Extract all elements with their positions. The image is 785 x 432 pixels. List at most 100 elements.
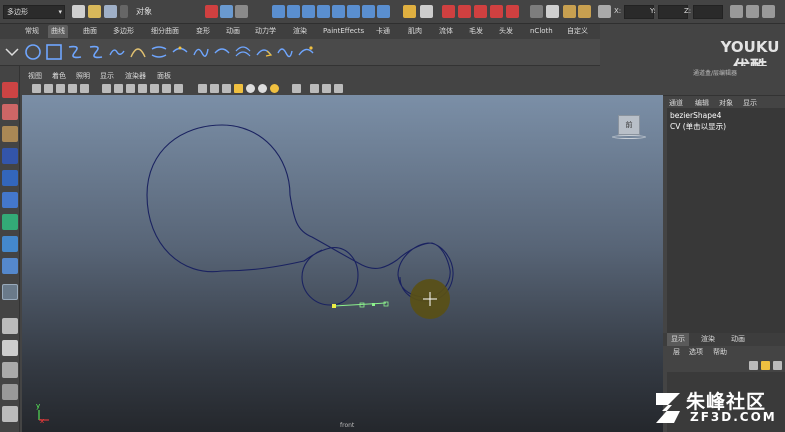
ep-curve-tool-icon[interactable]	[87, 43, 105, 61]
menu-lighting[interactable]: 照明	[76, 71, 90, 81]
shelf-tab-surfaces[interactable]: 曲面	[80, 25, 100, 38]
viewport-front[interactable]: 前 y x front	[22, 95, 663, 432]
menu-display[interactable]: 显示	[743, 98, 757, 108]
open-scene-icon[interactable]	[88, 5, 101, 18]
shelf-tab-custom[interactable]: 自定义	[564, 25, 591, 38]
shelf-tab-fur[interactable]: 毛发	[466, 25, 486, 38]
component-mode-icon[interactable]	[235, 5, 248, 18]
select-by-misc-icon[interactable]	[377, 5, 390, 18]
shelf-tab-fluids[interactable]: 流体	[436, 25, 456, 38]
new-layer-icon[interactable]	[749, 361, 758, 370]
menu-show[interactable]: 显示	[100, 71, 114, 81]
grid-icon[interactable]	[80, 84, 89, 93]
cv-curve-tool-icon[interactable]	[66, 43, 84, 61]
safe-action-icon[interactable]	[150, 84, 159, 93]
shadows-icon[interactable]	[246, 84, 255, 93]
backface-culling-icon[interactable]	[334, 84, 343, 93]
menu-shading[interactable]: 着色	[52, 71, 66, 81]
bookmarks-icon[interactable]	[56, 84, 65, 93]
detach-curves-icon[interactable]	[171, 43, 189, 61]
gate-mask-icon[interactable]	[126, 84, 135, 93]
menu-view[interactable]: 视图	[28, 71, 42, 81]
shelf-tab-subdiv[interactable]: 细分曲面	[148, 25, 182, 38]
shelf-tab-rendering[interactable]: 渲染	[290, 25, 310, 38]
persp-outliner-layout-icon[interactable]	[2, 362, 18, 378]
last-used-tool-icon[interactable]	[2, 284, 18, 300]
menu-edit[interactable]: 编辑	[695, 98, 709, 108]
ambient-occlusion-icon[interactable]	[258, 84, 267, 93]
show-attribute-editor-icon[interactable]	[730, 5, 743, 18]
wireframe-icon[interactable]	[174, 84, 183, 93]
arc-tool-icon[interactable]	[129, 43, 147, 61]
smooth-shade-icon[interactable]	[198, 84, 207, 93]
snap-to-curve-icon[interactable]	[458, 5, 471, 18]
use-all-lights-icon[interactable]	[234, 84, 243, 93]
make-live-icon[interactable]	[506, 5, 519, 18]
menu-set-dropdown[interactable]: 多边形 ▾	[3, 5, 65, 19]
snap-to-view-plane-icon[interactable]	[490, 5, 503, 18]
ipr-render-icon[interactable]	[598, 5, 611, 18]
soft-modification-icon[interactable]	[2, 236, 18, 252]
single-perspective-layout-icon[interactable]	[2, 318, 18, 334]
camera-attributes-icon[interactable]	[44, 84, 53, 93]
isolate-select-icon[interactable]	[292, 84, 301, 93]
snap-to-grid-icon[interactable]	[442, 5, 455, 18]
nurbs-circle-icon[interactable]	[24, 43, 42, 61]
save-scene-icon[interactable]	[104, 5, 117, 18]
shelf-tab-animation[interactable]: 动画	[223, 25, 243, 38]
resolution-gate-icon[interactable]	[114, 84, 123, 93]
attach-curves-icon[interactable]	[150, 43, 168, 61]
four-view-layout-icon[interactable]	[2, 340, 18, 356]
menu-options[interactable]: 选项	[689, 347, 703, 357]
render-view-icon[interactable]	[563, 5, 576, 18]
hypershade-layout-icon[interactable]	[2, 406, 18, 422]
selection-mode-icon[interactable]	[120, 5, 128, 18]
rotate-tool-icon[interactable]	[2, 170, 18, 186]
object-mode-icon[interactable]	[220, 5, 233, 18]
select-by-handle-icon[interactable]	[272, 5, 285, 18]
select-tool-icon[interactable]	[2, 82, 18, 98]
paint-select-tool-icon[interactable]	[2, 126, 18, 142]
menu-help[interactable]: 帮助	[713, 347, 727, 357]
render-current-frame-icon[interactable]	[578, 5, 591, 18]
menu-channels[interactable]: 通道	[669, 98, 683, 108]
universal-manipulator-icon[interactable]	[2, 214, 18, 230]
shelf-tab-deformation[interactable]: 变形	[193, 25, 213, 38]
shelf-tab-general[interactable]: 常规	[22, 25, 42, 38]
shelf-tab-curves[interactable]: 曲线	[48, 25, 68, 38]
motion-blur-icon[interactable]	[270, 84, 279, 93]
show-manipulator-icon[interactable]	[2, 258, 18, 274]
tab-anim-layers[interactable]: 动画	[727, 333, 749, 346]
menu-panels[interactable]: 面板	[157, 71, 171, 81]
textured-icon[interactable]	[222, 84, 231, 93]
pencil-curve-tool-icon[interactable]	[108, 43, 126, 61]
shelf-tab-hair[interactable]: 头发	[496, 25, 516, 38]
move-tool-icon[interactable]	[2, 148, 18, 164]
select-by-deformer-icon[interactable]	[332, 5, 345, 18]
viewcube-compass[interactable]	[612, 135, 646, 139]
field-chart-icon[interactable]	[138, 84, 147, 93]
select-by-render-icon[interactable]	[362, 5, 375, 18]
shape-name[interactable]: bezierShape4	[670, 111, 721, 120]
lasso-tool-icon[interactable]	[2, 104, 18, 120]
shelf-options-icon[interactable]	[3, 43, 21, 61]
select-by-dynamics-icon[interactable]	[347, 5, 360, 18]
construction-history-icon[interactable]	[546, 5, 559, 18]
select-by-surface-icon[interactable]	[317, 5, 330, 18]
new-scene-icon[interactable]	[72, 5, 85, 18]
add-points-tool-icon[interactable]	[297, 43, 315, 61]
select-camera-icon[interactable]	[32, 84, 41, 93]
offset-curve-icon[interactable]	[234, 43, 252, 61]
viewcube[interactable]: 前	[618, 115, 640, 135]
show-channel-box-icon[interactable]	[762, 5, 775, 18]
shelf-tab-muscle[interactable]: 肌肉	[405, 25, 425, 38]
tab-render-layers[interactable]: 渲染	[697, 333, 719, 346]
safe-title-icon[interactable]	[162, 84, 171, 93]
delete-layer-icon[interactable]	[773, 361, 782, 370]
cv-expand-label[interactable]: CV (单击以显示)	[670, 121, 726, 132]
shelf-tab-painteffects[interactable]: PaintEffects	[320, 25, 367, 38]
shelf-tab-toon[interactable]: 卡通	[373, 25, 393, 38]
tab-display-layers[interactable]: 显示	[667, 333, 689, 346]
xray-joints-icon[interactable]	[322, 84, 331, 93]
scale-tool-icon[interactable]	[2, 192, 18, 208]
